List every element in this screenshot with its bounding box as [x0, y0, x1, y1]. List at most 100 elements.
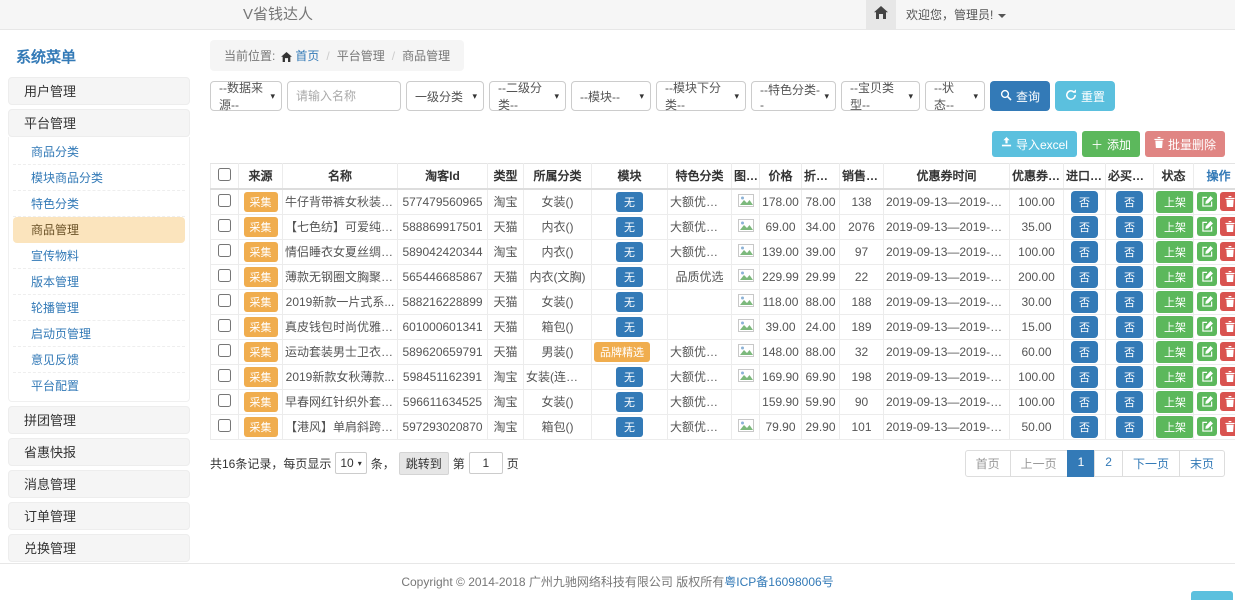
import-select-toggle[interactable]: 否 — [1071, 216, 1098, 238]
next-page-button[interactable]: 下一页 — [1122, 450, 1180, 477]
row-checkbox[interactable] — [218, 344, 231, 357]
edit-button[interactable] — [1197, 217, 1217, 236]
row-checkbox[interactable] — [218, 294, 231, 307]
delete-button[interactable] — [1220, 342, 1235, 361]
first-page-button[interactable]: 首页 — [965, 450, 1011, 477]
import-select-toggle[interactable]: 否 — [1071, 241, 1098, 263]
edit-button[interactable] — [1197, 317, 1217, 336]
page-number-input[interactable] — [469, 452, 503, 474]
status-button[interactable]: 上架 — [1156, 366, 1194, 388]
sidebar-section-item[interactable]: 省惠快报 — [8, 438, 190, 466]
row-checkbox[interactable] — [218, 269, 231, 282]
must-buy-toggle[interactable]: 否 — [1116, 341, 1143, 363]
sidebar-section-item[interactable]: 平台管理 — [8, 109, 190, 137]
import-select-toggle[interactable]: 否 — [1071, 316, 1098, 338]
must-buy-toggle[interactable]: 否 — [1116, 316, 1143, 338]
jump-button[interactable]: 跳转到 — [399, 452, 449, 475]
import-select-toggle[interactable]: 否 — [1071, 366, 1098, 388]
sidebar-sub-item[interactable]: 平台配置 — [13, 373, 185, 399]
status-button[interactable]: 上架 — [1156, 416, 1194, 438]
must-buy-toggle[interactable]: 否 — [1116, 291, 1143, 313]
sidebar-section-item[interactable]: 拼团管理 — [8, 406, 190, 434]
must-buy-toggle[interactable]: 否 — [1116, 266, 1143, 288]
delete-button[interactable] — [1220, 292, 1235, 311]
edit-button[interactable] — [1197, 292, 1217, 311]
user-menu[interactable]: 欢迎您，管理员! — [906, 0, 1006, 30]
row-checkbox[interactable] — [218, 394, 231, 407]
row-checkbox[interactable] — [218, 419, 231, 432]
last-page-button[interactable]: 末页 — [1179, 450, 1225, 477]
edit-button[interactable] — [1197, 367, 1217, 386]
home-button[interactable] — [866, 0, 896, 30]
status-button[interactable]: 上架 — [1156, 291, 1194, 313]
edit-button[interactable] — [1197, 242, 1217, 261]
import-select-toggle[interactable]: 否 — [1071, 191, 1098, 213]
delete-button[interactable] — [1220, 267, 1235, 286]
must-buy-toggle[interactable]: 否 — [1116, 366, 1143, 388]
edit-button[interactable] — [1197, 342, 1217, 361]
page-1-button[interactable]: 1 — [1067, 450, 1096, 477]
sidebar-sub-item[interactable]: 特色分类 — [13, 191, 185, 217]
sidebar-sub-item[interactable]: 商品分类 — [13, 139, 185, 165]
delete-button[interactable] — [1220, 367, 1235, 386]
per-page-select[interactable]: 10▾ — [335, 452, 366, 474]
module-subcategory-select[interactable]: --模块下分类--▾ — [656, 81, 746, 111]
delete-button[interactable] — [1220, 417, 1235, 436]
delete-button[interactable] — [1220, 192, 1235, 211]
back-to-top-button[interactable] — [1191, 591, 1233, 600]
import-select-toggle[interactable]: 否 — [1071, 416, 1098, 438]
edit-button[interactable] — [1197, 417, 1217, 436]
sidebar-section-item[interactable]: 订单管理 — [8, 502, 190, 530]
import-select-toggle[interactable]: 否 — [1071, 266, 1098, 288]
status-button[interactable]: 上架 — [1156, 216, 1194, 238]
data-source-select[interactable]: --数据来源--▾ — [210, 81, 282, 111]
batch-delete-button[interactable]: 批量删除 — [1145, 131, 1225, 157]
feature-category-select[interactable]: --特色分类--▾ — [751, 81, 836, 111]
status-button[interactable]: 上架 — [1156, 316, 1194, 338]
select-all-checkbox[interactable] — [218, 168, 231, 181]
breadcrumb-home-link[interactable]: 首页 — [295, 49, 319, 63]
second-category-select[interactable]: --二级分类--▾ — [489, 81, 566, 111]
module-select[interactable]: --模块--▾ — [571, 81, 651, 111]
import-select-toggle[interactable]: 否 — [1071, 341, 1098, 363]
sidebar-sub-item[interactable]: 启动页管理 — [13, 321, 185, 347]
import-excel-button[interactable]: 导入excel — [992, 131, 1077, 157]
name-search-input[interactable] — [287, 81, 401, 111]
search-button[interactable]: 查询 — [990, 81, 1050, 111]
row-checkbox[interactable] — [218, 319, 231, 332]
prev-page-button[interactable]: 上一页 — [1010, 450, 1068, 477]
row-checkbox[interactable] — [218, 244, 231, 257]
reset-button[interactable]: 重置 — [1055, 81, 1115, 111]
must-buy-toggle[interactable]: 否 — [1116, 216, 1143, 238]
sidebar-section-item[interactable]: 兑换管理 — [8, 534, 190, 562]
sidebar-sub-item[interactable]: 轮播管理 — [13, 295, 185, 321]
status-button[interactable]: 上架 — [1156, 391, 1194, 413]
sidebar-sub-item[interactable]: 版本管理 — [13, 269, 185, 295]
first-category-select[interactable]: 一级分类▾ — [406, 81, 484, 111]
item-type-select[interactable]: --宝贝类型--▾ — [841, 81, 920, 111]
status-select[interactable]: --状态--▾ — [925, 81, 985, 111]
delete-button[interactable] — [1220, 242, 1235, 261]
delete-button[interactable] — [1220, 317, 1235, 336]
delete-button[interactable] — [1220, 217, 1235, 236]
sidebar-section-item[interactable]: 消息管理 — [8, 470, 190, 498]
status-button[interactable]: 上架 — [1156, 341, 1194, 363]
icp-link[interactable]: 粤ICP备16098006号 — [724, 575, 833, 589]
sidebar-sub-item[interactable]: 商品管理 — [13, 217, 185, 243]
must-buy-toggle[interactable]: 否 — [1116, 416, 1143, 438]
must-buy-toggle[interactable]: 否 — [1116, 391, 1143, 413]
add-button[interactable]: ＋添加 — [1082, 131, 1140, 157]
edit-button[interactable] — [1197, 392, 1217, 411]
must-buy-toggle[interactable]: 否 — [1116, 191, 1143, 213]
delete-button[interactable] — [1220, 392, 1235, 411]
page-2-button[interactable]: 2 — [1094, 450, 1123, 477]
sidebar-sub-item[interactable]: 模块商品分类 — [13, 165, 185, 191]
row-checkbox[interactable] — [218, 194, 231, 207]
import-select-toggle[interactable]: 否 — [1071, 291, 1098, 313]
sidebar-sub-item[interactable]: 意见反馈 — [13, 347, 185, 373]
must-buy-toggle[interactable]: 否 — [1116, 241, 1143, 263]
status-button[interactable]: 上架 — [1156, 266, 1194, 288]
row-checkbox[interactable] — [218, 219, 231, 232]
sidebar-sub-item[interactable]: 宣传物料 — [13, 243, 185, 269]
edit-button[interactable] — [1197, 267, 1217, 286]
